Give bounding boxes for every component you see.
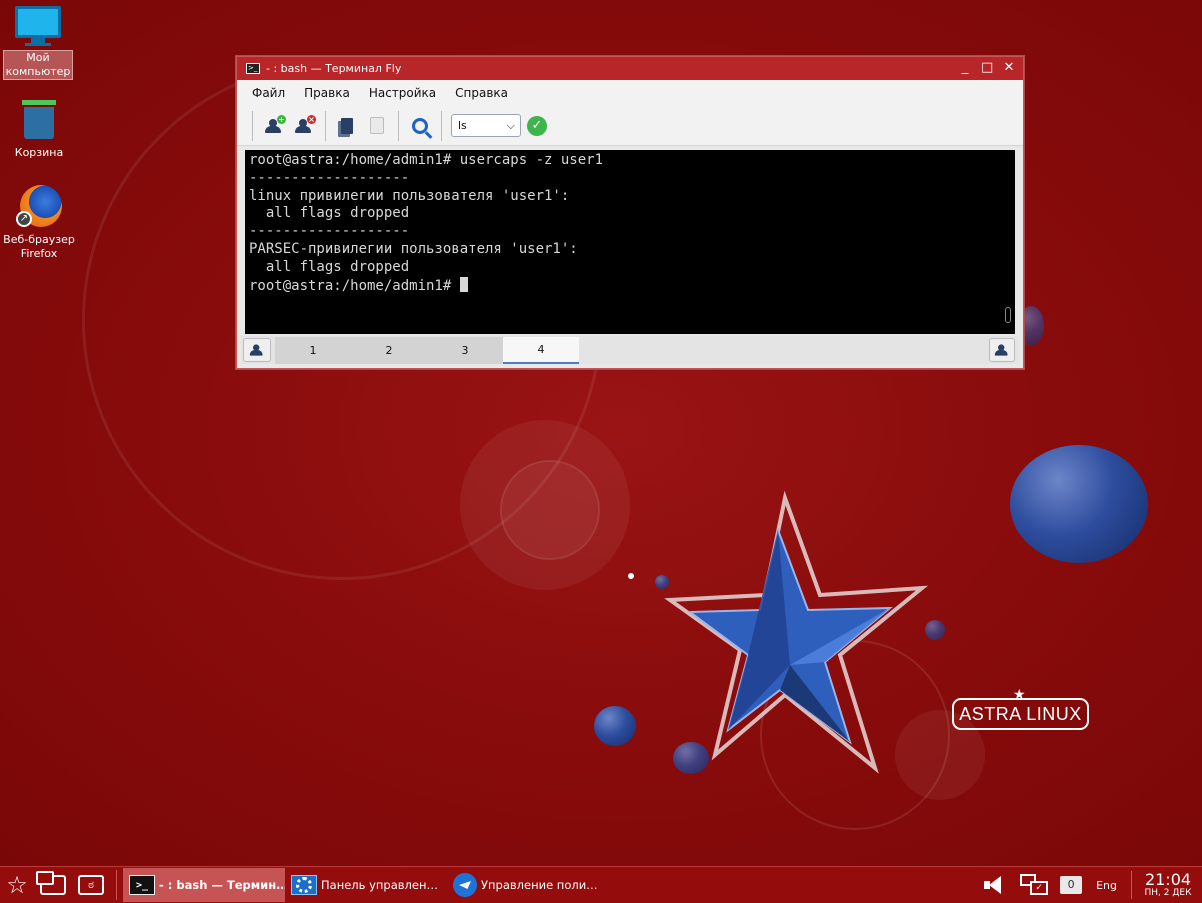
terminal-line: PARSEC-привилегии пользователя 'user1': bbox=[249, 240, 578, 257]
menu-file[interactable]: Файл bbox=[243, 86, 295, 100]
show-windows-button[interactable] bbox=[34, 867, 72, 903]
tab-4[interactable]: 4 bbox=[503, 336, 579, 364]
task-control-panel[interactable]: Панель управлен… bbox=[285, 868, 447, 902]
checkmark-icon: ✓ bbox=[531, 117, 543, 133]
show-desktop-button[interactable]: ಠ bbox=[72, 867, 110, 903]
terminal-line: all flags dropped bbox=[249, 205, 410, 222]
decor-sphere bbox=[1010, 445, 1148, 563]
astra-star-graphic bbox=[664, 490, 929, 774]
copy-icon bbox=[341, 117, 353, 134]
terminal-window[interactable]: >_ - : bash — Терминал Fly _ □ ✕ Файл Пр… bbox=[236, 56, 1024, 369]
desktop-icon-firefox[interactable]: ↗ Веб-браузер Firefox bbox=[1, 183, 77, 261]
maximize-button[interactable]: □ bbox=[981, 60, 993, 75]
policy-icon bbox=[453, 873, 477, 897]
menu-edit[interactable]: Правка bbox=[295, 86, 360, 100]
paste-button[interactable] bbox=[365, 114, 389, 138]
menu-settings[interactable]: Настройка bbox=[360, 86, 446, 100]
toolbar-separator bbox=[441, 110, 442, 141]
taskbar-separator bbox=[116, 870, 117, 900]
network-icon[interactable]: ✓ bbox=[1020, 874, 1049, 896]
search-button[interactable] bbox=[408, 114, 432, 138]
tab-1[interactable]: 1 bbox=[275, 336, 351, 364]
volume-icon[interactable] bbox=[984, 876, 1006, 894]
terminal-line: all flags dropped bbox=[249, 258, 410, 275]
keyboard-indicator[interactable]: 0 bbox=[1060, 876, 1083, 894]
terminal-cursor bbox=[459, 276, 468, 292]
terminal-output[interactable]: root@astra:/home/admin1# usercaps -z use… bbox=[245, 150, 1015, 334]
task-policy-management[interactable]: Управление поли… bbox=[447, 868, 609, 902]
terminal-line: ------------------- bbox=[249, 169, 410, 186]
tray-separator bbox=[1131, 871, 1132, 899]
toolbar-separator bbox=[325, 110, 326, 141]
tab-3[interactable]: 3 bbox=[427, 336, 503, 364]
close-session-button[interactable]: × bbox=[292, 114, 316, 138]
desktop-icon-label: Мой компьютер bbox=[2, 50, 74, 80]
terminal-scrollbar[interactable] bbox=[1005, 307, 1011, 323]
start-menu-button[interactable]: ☆ bbox=[0, 867, 34, 903]
system-tray: ✓ 0 Eng 21:04 ПН, 2 ДЕК bbox=[984, 867, 1202, 903]
desktop-icon-label: Корзина bbox=[14, 146, 64, 159]
windows-icon bbox=[36, 871, 66, 895]
language-indicator[interactable]: Eng bbox=[1096, 879, 1117, 892]
minimize-button[interactable]: _ bbox=[959, 60, 971, 75]
toolbar: + × ls ⌵ ✓ bbox=[237, 106, 1023, 146]
terminal-line: linux привилегии пользователя 'user1': bbox=[249, 187, 570, 204]
command-select-value: ls bbox=[458, 119, 467, 132]
terminal-app-icon: >_ bbox=[246, 63, 260, 74]
search-icon bbox=[412, 117, 428, 134]
close-tab-button[interactable] bbox=[989, 338, 1015, 362]
task-label: Управление поли… bbox=[481, 878, 598, 892]
clock-date: ПН, 2 ДЕК bbox=[1144, 887, 1192, 898]
new-session-button[interactable]: + bbox=[262, 114, 286, 138]
desktop-icon-trash[interactable]: Корзина bbox=[1, 100, 77, 160]
task-terminal[interactable]: >_ - : bash — Термин… bbox=[123, 868, 285, 902]
taskbar: ☆ ಠ >_ - : bash — Термин… Панель управле… bbox=[0, 866, 1202, 903]
run-command-button[interactable]: ✓ bbox=[527, 115, 547, 136]
firefox-icon: ↗ bbox=[16, 183, 62, 229]
clock[interactable]: 21:04 ПН, 2 ДЕК bbox=[1138, 869, 1198, 899]
toolbar-separator bbox=[252, 110, 253, 141]
clock-time: 21:04 bbox=[1144, 869, 1192, 889]
eye-icon: ಠ bbox=[78, 875, 104, 895]
astra-linux-logo: ASTRA LINUX bbox=[952, 698, 1089, 730]
add-tab-button[interactable] bbox=[243, 338, 271, 362]
desktop-icon-my-computer[interactable]: Мой компьютер bbox=[0, 0, 76, 80]
decor-dot bbox=[628, 573, 634, 579]
tab-2[interactable]: 2 bbox=[351, 336, 427, 364]
task-label: Панель управлен… bbox=[321, 878, 438, 892]
task-label: - : bash — Термин… bbox=[159, 878, 285, 892]
shortcut-arrow-icon: ↗ bbox=[16, 211, 32, 227]
terminal-line: ------------------- bbox=[249, 223, 410, 240]
command-select[interactable]: ls ⌵ bbox=[451, 114, 521, 137]
terminal-prompt: root@astra:/home/admin1# bbox=[249, 277, 460, 294]
terminal-icon: >_ bbox=[129, 875, 155, 895]
paste-icon bbox=[370, 117, 384, 134]
session-tab-bar: 1 2 3 4 bbox=[241, 336, 1019, 364]
decor-sphere bbox=[594, 706, 636, 746]
copy-button[interactable] bbox=[335, 114, 359, 138]
toolbar-separator bbox=[398, 110, 399, 141]
menu-bar: Файл Правка Настройка Справка bbox=[237, 80, 1023, 106]
add-user-icon bbox=[249, 344, 264, 356]
chevron-down-icon: ⌵ bbox=[506, 118, 515, 132]
control-panel-icon bbox=[291, 875, 317, 895]
menu-help[interactable]: Справка bbox=[446, 86, 518, 100]
trash-icon bbox=[22, 100, 56, 140]
desktop-icon-label: Веб-браузер Firefox bbox=[3, 233, 75, 260]
terminal-prompt-line: root@astra:/home/admin1# bbox=[249, 276, 1011, 296]
decor-bubble bbox=[500, 460, 600, 560]
monitor-icon bbox=[15, 6, 61, 46]
remove-user-icon bbox=[994, 344, 1009, 356]
terminal-line: root@astra:/home/admin1# usercaps -z use… bbox=[249, 152, 604, 168]
close-button[interactable]: ✕ bbox=[1003, 60, 1015, 75]
star-icon: ☆ bbox=[6, 871, 28, 899]
window-title: - : bash — Терминал Fly bbox=[266, 62, 402, 75]
window-titlebar[interactable]: >_ - : bash — Терминал Fly _ □ ✕ bbox=[237, 57, 1023, 80]
